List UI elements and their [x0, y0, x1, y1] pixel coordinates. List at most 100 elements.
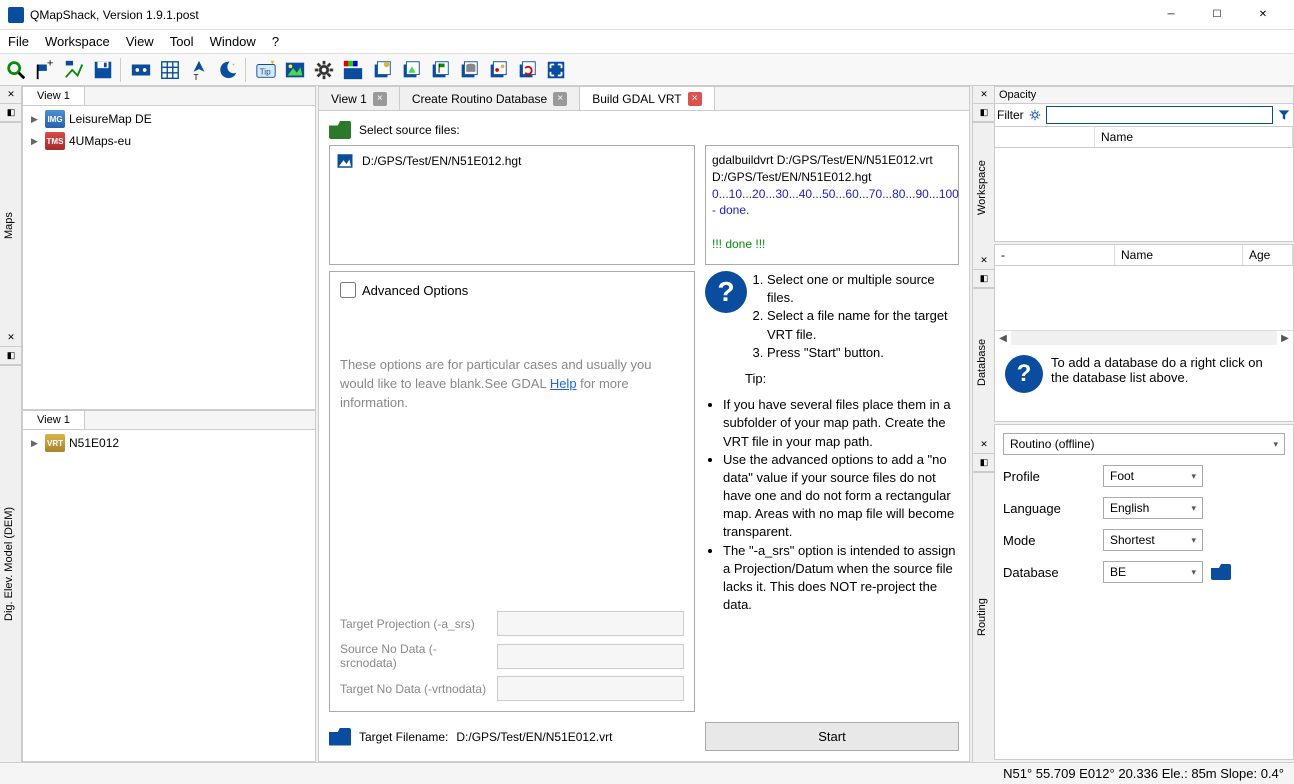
question-icon: ?: [1005, 355, 1043, 393]
rt-pin-icon[interactable]: ◧: [973, 454, 995, 472]
close-icon[interactable]: ×: [688, 92, 702, 106]
field-label: Target Projection (-a_srs): [340, 617, 489, 631]
poi-text-icon[interactable]: [127, 56, 155, 84]
tip-icon[interactable]: Tip: [252, 56, 280, 84]
text-northarrow-icon[interactable]: T: [185, 56, 213, 84]
database-list[interactable]: [995, 266, 1293, 330]
advanced-options-checkbox[interactable]: Advanced Options: [340, 282, 684, 298]
dem-close-icon[interactable]: ✕: [0, 329, 22, 347]
target-nodata-input[interactable]: [497, 676, 684, 701]
source-nodata-input[interactable]: [497, 644, 684, 669]
save-icon[interactable]: [89, 56, 117, 84]
map-tms-icon: TMS: [45, 132, 65, 150]
ws-pin-icon[interactable]: ◧: [973, 104, 995, 122]
dock-tab-database[interactable]: Database: [973, 288, 994, 436]
col-header[interactable]: Name: [1095, 127, 1293, 147]
tab-routino-db[interactable]: Create Routino Database ×: [400, 87, 580, 110]
col-header[interactable]: -: [995, 245, 1115, 265]
gear-icon[interactable]: [310, 56, 338, 84]
layer-edit-icon[interactable]: [368, 56, 396, 84]
scroll-right-icon[interactable]: ▶: [1277, 333, 1293, 344]
field-label: Target No Data (-vrtnodata): [340, 682, 489, 696]
minimize-button[interactable]: ─: [1148, 0, 1194, 30]
menu-tool[interactable]: Tool: [170, 34, 194, 49]
night-icon[interactable]: [214, 56, 242, 84]
gdal-help-link[interactable]: Help: [550, 376, 577, 391]
rt-close-icon[interactable]: ✕: [973, 436, 995, 454]
maps-tree[interactable]: ▶ IMG LeisureMap DE ▶ TMS 4UMaps-eu: [23, 106, 315, 409]
dem-tree[interactable]: ▶ VRT N51E012: [23, 430, 315, 761]
tree-item[interactable]: ▶ IMG LeisureMap DE: [25, 108, 313, 130]
dock-tab-maps[interactable]: Maps: [0, 122, 21, 329]
language-label: Language: [1003, 501, 1103, 516]
maps-view-tab[interactable]: View 1: [23, 87, 85, 105]
menu-workspace[interactable]: Workspace: [45, 34, 110, 49]
filter-gear-icon[interactable]: [1028, 108, 1042, 122]
fullscreen-icon[interactable]: [542, 56, 570, 84]
maps-close-icon[interactable]: ✕: [0, 86, 22, 104]
folder-icon[interactable]: [329, 728, 351, 746]
layer-db-icon[interactable]: [455, 56, 483, 84]
magnifier-icon[interactable]: [2, 56, 30, 84]
workspace-list[interactable]: [995, 148, 1293, 212]
tab-build-vrt[interactable]: Build GDAL VRT ×: [580, 87, 714, 110]
tree-item[interactable]: ▶ VRT N51E012: [25, 432, 313, 454]
tab-view1[interactable]: View 1 ×: [319, 87, 400, 110]
question-icon: ?: [705, 271, 747, 313]
database-panel: - Name Age ◀ ▶ ? To add a database do a …: [994, 244, 1294, 422]
close-icon[interactable]: ×: [373, 92, 387, 106]
expander-icon[interactable]: ▶: [31, 438, 41, 449]
database-select[interactable]: BE: [1103, 561, 1203, 583]
db-pin-icon[interactable]: ◧: [973, 270, 995, 288]
language-select[interactable]: English: [1103, 497, 1203, 519]
ws-close-icon[interactable]: ✕: [973, 86, 995, 104]
add-waypoint-icon[interactable]: +: [31, 56, 59, 84]
image-icon[interactable]: [281, 56, 309, 84]
map-img-icon: IMG: [45, 110, 65, 128]
layer-refresh-icon[interactable]: [513, 56, 541, 84]
tree-item[interactable]: ▶ TMS 4UMaps-eu: [25, 130, 313, 152]
menu-view[interactable]: View: [126, 34, 154, 49]
folder-icon[interactable]: [1211, 564, 1231, 580]
expander-icon[interactable]: ▶: [31, 136, 41, 147]
folder-icon[interactable]: [329, 121, 351, 139]
dock-tab-routing[interactable]: Routing: [973, 472, 994, 762]
maximize-button[interactable]: ☐: [1194, 0, 1240, 30]
close-button[interactable]: ✕: [1240, 0, 1286, 30]
dem-view-tab[interactable]: View 1: [23, 411, 85, 429]
layer-routing-icon[interactable]: [484, 56, 512, 84]
source-files-list[interactable]: D:/GPS/Test/EN/N51E012.hgt: [329, 145, 695, 265]
funnel-icon[interactable]: [1277, 108, 1291, 122]
grid-icon[interactable]: [156, 56, 184, 84]
dem-pin-icon[interactable]: ◧: [0, 347, 22, 365]
dem-vrt-icon: VRT: [45, 434, 65, 452]
dock-tab-workspace[interactable]: Workspace: [973, 122, 994, 252]
menu-help[interactable]: ?: [272, 34, 279, 49]
menu-file[interactable]: File: [8, 34, 29, 49]
layer-flag-icon[interactable]: [426, 56, 454, 84]
col-header[interactable]: Name: [1115, 245, 1243, 265]
start-button[interactable]: Start: [705, 722, 959, 751]
layer-mountain-icon[interactable]: [397, 56, 425, 84]
close-icon[interactable]: ×: [553, 92, 567, 106]
target-projection-input[interactable]: [497, 611, 684, 636]
mode-label: Mode: [1003, 533, 1103, 548]
db-close-icon[interactable]: ✕: [973, 252, 995, 270]
expander-icon[interactable]: ▶: [31, 114, 41, 125]
col-header[interactable]: [995, 127, 1095, 147]
maps-pin-icon[interactable]: ◧: [0, 104, 22, 122]
dock-tab-dem[interactable]: Dig. Elev. Model (DEM): [0, 365, 21, 762]
routing-engine-select[interactable]: Routino (offline): [1003, 433, 1285, 455]
mode-select[interactable]: Shortest: [1103, 529, 1203, 551]
scroll-left-icon[interactable]: ◀: [995, 333, 1011, 344]
col-header[interactable]: Age: [1243, 245, 1293, 265]
advanced-options-text: These options are for particular cases a…: [340, 356, 684, 603]
colorbar-icon[interactable]: [339, 56, 367, 84]
scrollbar[interactable]: [1011, 331, 1277, 345]
add-route-icon[interactable]: [60, 56, 88, 84]
profile-label: Profile: [1003, 469, 1103, 484]
filter-input[interactable]: [1046, 106, 1273, 124]
menu-window[interactable]: Window: [210, 34, 256, 49]
profile-select[interactable]: Foot: [1103, 465, 1203, 487]
source-file-path: D:/GPS/Test/EN/N51E012.hgt: [362, 154, 521, 168]
